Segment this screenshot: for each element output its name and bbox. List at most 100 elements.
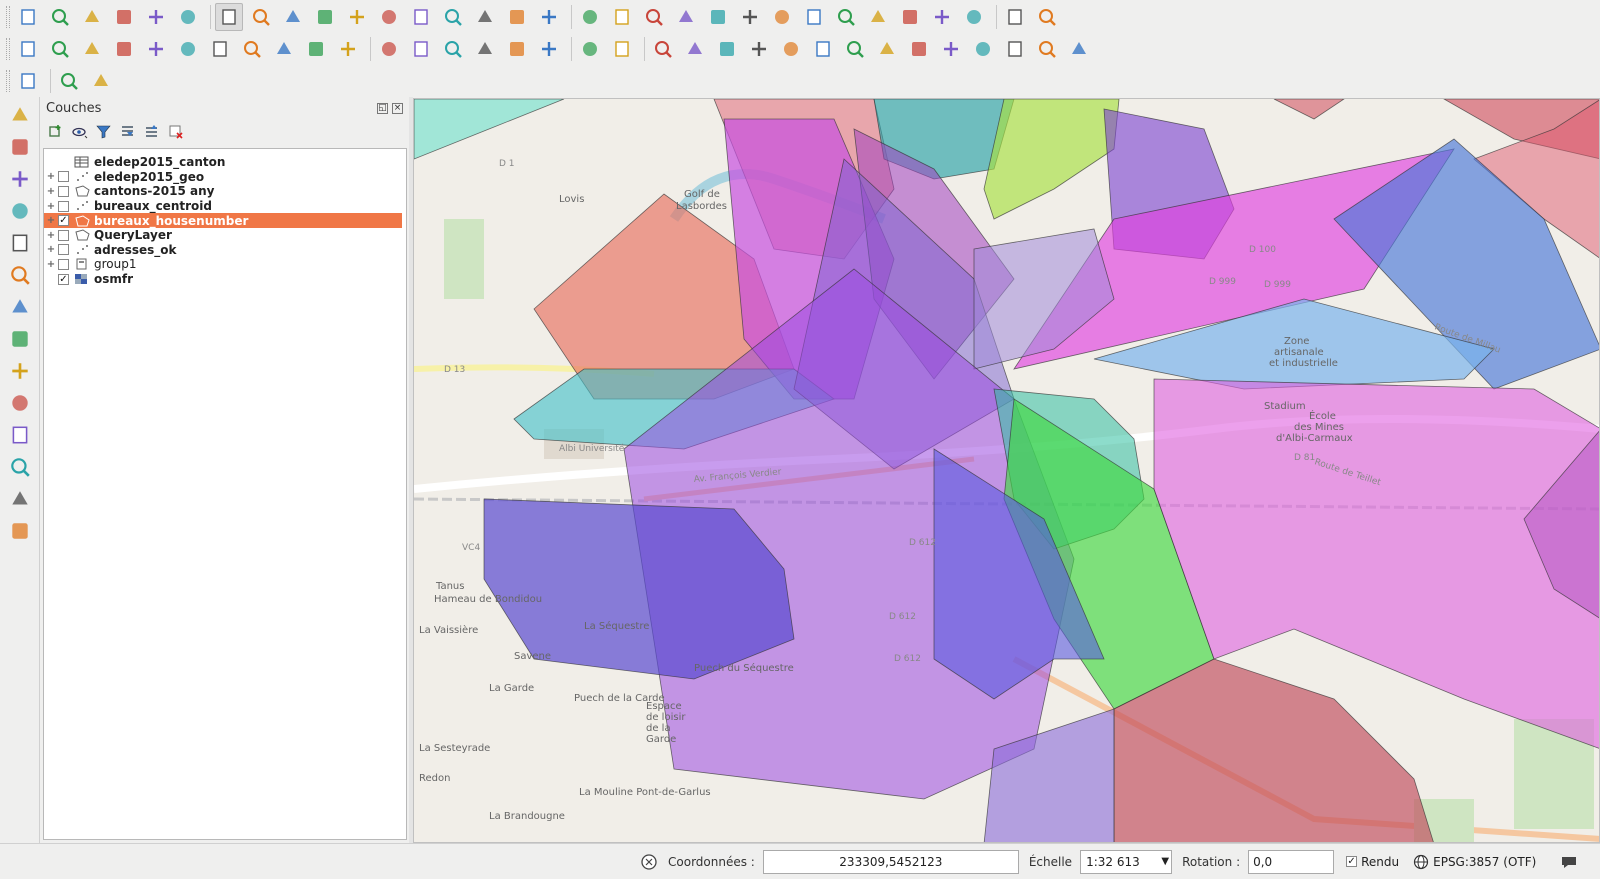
toolbar-grip[interactable]: [6, 5, 10, 28]
zoom-next-icon[interactable]: [503, 3, 531, 31]
layer-visibility-checkbox[interactable]: [58, 200, 69, 212]
ban-icon[interactable]: [55, 67, 83, 95]
grass-icon[interactable]: [576, 35, 604, 63]
add-group-icon[interactable]: [47, 123, 64, 140]
add-delimited-text-icon[interactable]: [6, 357, 34, 385]
refresh-icon[interactable]: [535, 3, 563, 31]
rotation-spinbox[interactable]: 0,0: [1248, 849, 1335, 874]
pin-labels-icon[interactable]: [407, 35, 435, 63]
layer-row[interactable]: + QueryLayer: [44, 228, 406, 243]
bookmark-icon[interactable]: [928, 3, 956, 31]
messages-icon[interactable]: [640, 853, 658, 871]
expand-icon[interactable]: +: [44, 215, 58, 226]
whats-this-icon[interactable]: [1033, 3, 1061, 31]
label-icon[interactable]: [375, 35, 403, 63]
layer-row[interactable]: ✓ osmfr: [44, 272, 406, 287]
new-project-icon[interactable]: [14, 3, 42, 31]
node-tool-icon[interactable]: [174, 35, 202, 63]
network-icon[interactable]: [841, 35, 869, 63]
save-as-icon[interactable]: [110, 3, 138, 31]
cut-features-icon[interactable]: [238, 35, 266, 63]
log-messages-icon[interactable]: [1560, 854, 1578, 870]
measure-icon[interactable]: [832, 3, 860, 31]
zoom-to-selection-icon[interactable]: [407, 3, 435, 31]
map-canvas[interactable]: Golf de Lasbordes Lovis D 1 D 13 D 100 D …: [413, 98, 1600, 843]
layer-row[interactable]: + eledep2015_geo: [44, 170, 406, 185]
expand-icon[interactable]: +: [44, 230, 58, 241]
copy-features-icon[interactable]: [270, 35, 298, 63]
coordinates-field[interactable]: 233309,5452123: [762, 849, 1019, 874]
layer-tree[interactable]: eledep2015_canton + eledep2015_geo + cantons…: [43, 148, 407, 840]
globe-icon[interactable]: [969, 35, 997, 63]
zoom-out-icon[interactable]: [311, 3, 339, 31]
grid-icon[interactable]: [1065, 35, 1093, 63]
layer-visibility-checkbox[interactable]: ✓: [58, 273, 69, 285]
expand-icon[interactable]: +: [44, 171, 58, 182]
add-mssql-icon[interactable]: [6, 229, 34, 257]
raster-calc-icon[interactable]: [745, 35, 773, 63]
layer-visibility-checkbox[interactable]: [58, 185, 69, 197]
add-postgis-icon[interactable]: [6, 165, 34, 193]
layer-row[interactable]: + adresses_ok: [44, 243, 406, 258]
layer-row[interactable]: + ✓ bureaux_housenumber: [44, 213, 402, 228]
annotation-icon[interactable]: [864, 3, 892, 31]
expand-all-icon[interactable]: [119, 123, 136, 140]
zoom-in-icon[interactable]: [279, 3, 307, 31]
change-label-icon[interactable]: [535, 35, 563, 63]
show-hide-labels-icon[interactable]: [439, 35, 467, 63]
new-shapefile-icon[interactable]: [6, 421, 34, 449]
layer-visibility-checkbox[interactable]: [58, 171, 69, 183]
expand-icon[interactable]: +: [44, 259, 58, 270]
composer-manager-icon[interactable]: [174, 3, 202, 31]
toolbar-grip[interactable]: [6, 38, 10, 60]
cluster-icon[interactable]: [713, 35, 741, 63]
delete-selected-icon[interactable]: [206, 35, 234, 63]
add-vector-layer-icon[interactable]: [6, 101, 34, 129]
remove-layer-icon[interactable]: [167, 123, 184, 140]
collapse-all-icon[interactable]: [143, 123, 160, 140]
raster-align-icon[interactable]: [777, 35, 805, 63]
pan-to-selection-icon[interactable]: [247, 3, 275, 31]
new-print-composer-icon[interactable]: [142, 3, 170, 31]
layer-row[interactable]: + bureaux_centroid: [44, 199, 406, 214]
add-spatialite-icon[interactable]: [6, 197, 34, 225]
zoom-native-icon[interactable]: [343, 3, 371, 31]
ae-icon[interactable]: [681, 35, 709, 63]
edit-geometry-icon[interactable]: [937, 35, 965, 63]
map-tips-icon[interactable]: [896, 3, 924, 31]
save-project-icon[interactable]: [78, 3, 106, 31]
python-console-icon[interactable]: [649, 35, 677, 63]
expand-icon[interactable]: +: [44, 244, 58, 255]
deselect-icon[interactable]: [672, 3, 700, 31]
toolbar-grip[interactable]: [6, 70, 10, 92]
help-icon[interactable]: [1001, 3, 1029, 31]
statistics-icon[interactable]: [800, 3, 828, 31]
geocode-icon[interactable]: [87, 67, 115, 95]
xy-tool-icon[interactable]: [334, 35, 362, 63]
layer-visibility-checkbox[interactable]: [58, 244, 69, 256]
layer-row[interactable]: eledep2015_canton: [44, 155, 406, 170]
add-wfs-icon[interactable]: [6, 325, 34, 353]
field-calculator-icon[interactable]: [768, 3, 796, 31]
action-icon[interactable]: [608, 3, 636, 31]
zoom-last-icon[interactable]: [471, 3, 499, 31]
zoom-full-icon[interactable]: [375, 3, 403, 31]
pan-icon[interactable]: [215, 2, 243, 31]
add-raster-layer-icon[interactable]: [6, 133, 34, 161]
tools-icon[interactable]: [809, 35, 837, 63]
identify-icon[interactable]: [576, 3, 604, 31]
add-virtual-layer-icon[interactable]: [6, 389, 34, 417]
new-geopackage-icon[interactable]: [6, 485, 34, 513]
scale-combo[interactable]: 1:32 613 ▼: [1080, 849, 1173, 874]
turtle-icon[interactable]: [1033, 35, 1061, 63]
float-panel-icon[interactable]: ◱: [377, 102, 388, 114]
new-temporary-icon[interactable]: [6, 517, 34, 545]
expand-icon[interactable]: +: [44, 201, 58, 212]
expression-select-icon[interactable]: [704, 3, 732, 31]
database-icon[interactable]: [14, 67, 42, 95]
new-spatialite-icon[interactable]: [6, 453, 34, 481]
render-checkbox[interactable]: ✓: [1346, 856, 1358, 867]
add-feature-icon[interactable]: [110, 35, 138, 63]
rotate-label-icon[interactable]: [503, 35, 531, 63]
layer-visibility-checkbox[interactable]: [58, 258, 69, 270]
